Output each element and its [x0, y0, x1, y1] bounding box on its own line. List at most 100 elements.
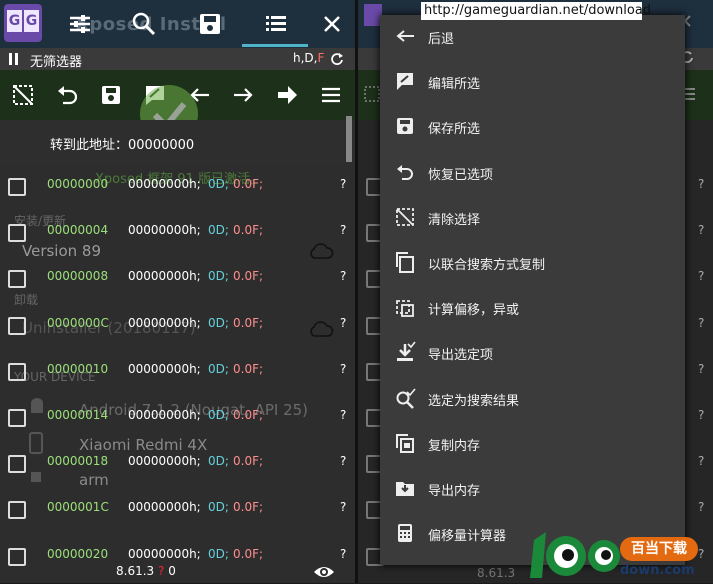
pause-icon[interactable]: [8, 53, 20, 65]
row-hex-value: 00000000h;: [128, 408, 201, 422]
table-row[interactable]: 00000018 00000000h; 0D; 0.0F;?: [0, 441, 352, 487]
menu-item[interactable]: 保存所选: [380, 105, 685, 150]
menu-item[interactable]: 复制内存: [380, 422, 685, 467]
menu-item[interactable]: 以联合搜索方式复制: [380, 241, 685, 286]
selection-count: 0: [168, 564, 176, 578]
save-icon[interactable]: [196, 10, 224, 38]
menu-item-label: 编辑所选: [428, 77, 481, 93]
row-address: 00000000: [47, 177, 109, 191]
site-logo-graphic: [530, 532, 620, 578]
undo-icon[interactable]: [54, 82, 80, 108]
forward-arrow-icon[interactable]: [230, 82, 256, 108]
left-panel: GG Xposed Install 无筛选器 h,D,F 转到此地址：00000…: [0, 0, 355, 583]
menu-item-label: 计算偏移，异或: [428, 303, 520, 319]
goto-arrow-icon[interactable]: [274, 82, 300, 108]
menu-item-label: 导出内存: [428, 484, 481, 499]
active-tab-indicator: [242, 44, 308, 47]
download-domain: down.com: [620, 563, 695, 578]
goto-address-bar[interactable]: 转到此地址：00000000: [0, 120, 352, 164]
row-dword-value: 0D;: [208, 546, 229, 561]
menu-item[interactable]: 计算偏移，异或: [380, 286, 685, 331]
row-unknown-marker: ?: [698, 500, 705, 515]
row-dword-value: 0D;: [208, 361, 229, 376]
table-row[interactable]: 00000004 00000000h; 0D; 0.0F;?: [0, 210, 352, 256]
menu-item-label: 复制内存: [428, 438, 481, 454]
table-row[interactable]: 00000014 00000000h; 0D; 0.0F;?: [0, 395, 352, 441]
context-menu: 后退编辑所选保存所选恢复已选项清除选择以联合搜索方式复制 计算偏移，异或导出选定项…: [380, 15, 685, 565]
row-unknown-marker: ?: [340, 177, 347, 191]
site-logo-100: 100: [528, 530, 620, 584]
row-checkbox[interactable]: [8, 362, 26, 381]
menu-item[interactable]: 编辑所选: [380, 60, 685, 105]
row-checkbox[interactable]: [8, 178, 26, 196]
row-unknown-marker: ?: [698, 546, 705, 561]
clear-selection-icon[interactable]: [364, 86, 380, 102]
filter-settings-icon[interactable]: [66, 10, 94, 38]
row-unknown-marker: ?: [340, 546, 347, 561]
refresh-icon[interactable]: [330, 52, 344, 66]
menu-item-label: 后退: [428, 32, 455, 47]
row-unknown-marker: ?: [340, 223, 347, 238]
menu-item-label: 恢复已选项: [428, 167, 494, 183]
row-checkbox[interactable]: [8, 224, 26, 243]
row-float-value: 0.0F;: [233, 454, 264, 469]
list-icon[interactable]: [262, 10, 290, 38]
row-unknown-marker: ?: [340, 315, 347, 330]
scrollbar[interactable]: [346, 116, 352, 162]
version-badge: ?: [158, 564, 165, 578]
menu-item-label: 保存所选: [428, 122, 481, 138]
row-unknown-marker: ?: [698, 315, 705, 330]
row-checkbox[interactable]: [8, 501, 26, 520]
row-hex-value: 00000000h;: [128, 269, 201, 284]
row-unknown-marker: ?: [698, 408, 705, 422]
version-number: 8.61.3: [116, 564, 155, 578]
row-address: 0000000C: [47, 315, 109, 330]
row-float-value: 0.0F;: [233, 269, 264, 284]
row-hex-value: 00000000h;: [128, 223, 201, 238]
row-hex-value: 00000000h;: [128, 361, 201, 376]
row-checkbox[interactable]: [8, 270, 26, 289]
menu-item[interactable]: 导出选定项: [380, 331, 685, 376]
row-dword-value: 0D;: [208, 454, 229, 469]
row-unknown-marker: ?: [698, 361, 705, 376]
row-unknown-marker: ?: [340, 361, 347, 376]
menu-item[interactable]: 后退: [380, 15, 685, 60]
menu-item[interactable]: 选定为搜索结果: [380, 377, 685, 422]
version-text: 8.61.3 ? 0: [116, 564, 176, 578]
row-unknown-marker: ?: [340, 500, 347, 515]
table-row[interactable]: 00000008 00000000h; 0D; 0.0F;?: [0, 256, 352, 302]
save-icon: [397, 118, 413, 135]
save-selected-icon[interactable]: [98, 82, 124, 108]
undo-icon: [397, 164, 413, 180]
row-hex-value: 00000000h;: [128, 546, 201, 561]
gameguardian-logo-icon: GG: [4, 4, 42, 42]
export-memory-icon: [396, 482, 414, 496]
row-address: 00000010: [47, 361, 109, 376]
row-unknown-marker: ?: [340, 269, 347, 284]
row-address: 0000001C: [47, 500, 109, 515]
row-checkbox[interactable]: [8, 455, 26, 474]
search-icon[interactable]: [130, 10, 158, 38]
table-row[interactable]: 0000001C 00000000h; 0D; 0.0F;?: [0, 487, 352, 533]
row-checkbox[interactable]: [8, 316, 26, 335]
menu-item[interactable]: 清除选择: [380, 196, 685, 241]
menu-item[interactable]: 恢复已选项: [380, 151, 685, 196]
menu-item-label: 以联合搜索方式复制: [428, 258, 546, 273]
menu-item[interactable]: 导出内存: [380, 467, 685, 512]
eye-icon[interactable]: [313, 563, 335, 581]
table-row[interactable]: 00000000 00000000h; 0D; 0.0F;?: [0, 164, 352, 210]
row-hex-value: 00000000h;: [128, 500, 201, 515]
export-selected-icon: [397, 341, 416, 362]
site-logo-text: 100: [528, 530, 529, 531]
row-float-value: 0.0F;: [233, 408, 264, 422]
row-checkbox[interactable]: [8, 409, 26, 427]
close-icon[interactable]: [318, 10, 346, 38]
clear-selection-icon[interactable]: [10, 82, 36, 108]
row-unknown-marker: ?: [340, 454, 347, 469]
filter-flags-text: h,D,: [293, 51, 318, 65]
table-row[interactable]: 0000000C 00000000h; 0D; 0.0F;?: [0, 303, 352, 349]
table-row[interactable]: 00000010 00000000h; 0D; 0.0F;?: [0, 349, 352, 395]
row-hex-value: 00000000h;: [128, 315, 201, 330]
menu-icon[interactable]: [318, 82, 344, 108]
row-unknown-marker: ?: [698, 223, 705, 238]
